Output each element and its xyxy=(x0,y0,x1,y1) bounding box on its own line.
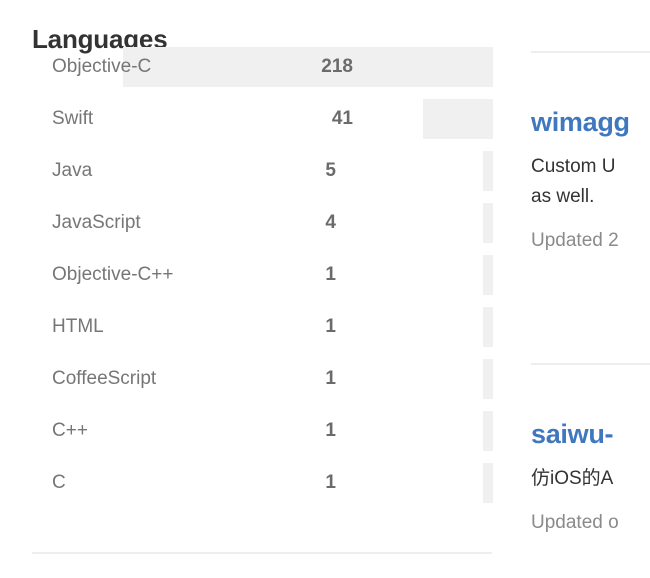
repository-divider-middle xyxy=(531,363,650,365)
repository-description: Custom U as well. xyxy=(531,152,650,212)
language-row[interactable]: C++ 1 xyxy=(0,411,510,463)
language-row[interactable]: Objective-C 218 xyxy=(0,47,510,99)
language-bar xyxy=(483,203,493,243)
languages-and-repositories-view: Languages Objective-C 218 Swift 41 Java 5 Java… xyxy=(0,0,650,578)
repository-item: saiwu- 仿iOS的A Updated o xyxy=(531,417,650,536)
language-name: Swift xyxy=(52,108,94,129)
language-count: 218 xyxy=(321,56,353,77)
repository-description-line-1: 仿iOS的A xyxy=(531,468,614,489)
language-count: 1 xyxy=(325,420,336,441)
language-row[interactable]: HTML 1 xyxy=(0,307,510,359)
languages-panel: Languages Objective-C 218 Swift 41 Java 5 Java… xyxy=(0,0,510,578)
language-bar xyxy=(483,255,493,295)
language-name: Objective-C xyxy=(52,56,152,77)
languages-bottom-divider xyxy=(32,552,492,554)
language-name: CoffeeScript xyxy=(52,368,157,389)
repository-link[interactable]: saiwu- xyxy=(531,417,650,451)
language-row[interactable]: Java 5 xyxy=(0,151,510,203)
language-row[interactable]: JavaScript 4 xyxy=(0,203,510,255)
language-bar xyxy=(123,47,493,87)
language-row[interactable]: CoffeeScript 1 xyxy=(0,359,510,411)
language-bar xyxy=(483,359,493,399)
language-name: HTML xyxy=(52,316,104,337)
language-row[interactable]: C1 xyxy=(0,463,510,515)
language-bar xyxy=(483,463,493,503)
language-bar xyxy=(483,151,493,191)
repository-description: 仿iOS的A xyxy=(531,464,650,494)
language-count: 41 xyxy=(331,108,353,129)
repository-link[interactable]: wimagg xyxy=(531,105,650,139)
language-bar xyxy=(483,411,493,451)
language-bar xyxy=(423,99,493,139)
language-row[interactable]: Swift 41 xyxy=(0,99,510,151)
language-count: 1 xyxy=(325,368,336,389)
language-name: Java xyxy=(52,160,93,181)
repository-description-line-2: as well. xyxy=(531,186,595,207)
repository-divider-top xyxy=(531,51,650,53)
language-count: 1 xyxy=(325,264,336,285)
language-row[interactable]: Objective-C++ 1 xyxy=(0,255,510,307)
repository-updated-timestamp: Updated o xyxy=(531,512,619,533)
language-bar xyxy=(483,307,493,347)
language-name: JavaScript xyxy=(52,212,141,233)
repository-item: wimagg Custom U as well. Updated 2 xyxy=(531,105,650,254)
repository-description-line-1: Custom U xyxy=(531,156,616,177)
language-name: C xyxy=(52,472,66,493)
repository-updated-timestamp: Updated 2 xyxy=(531,230,619,251)
language-name: C++ xyxy=(52,420,88,441)
languages-list: Objective-C 218 Swift 41 Java 5 JavaScript 4 Obj… xyxy=(0,47,510,515)
language-count: 5 xyxy=(325,160,336,181)
language-count: 4 xyxy=(325,212,336,233)
language-count: 1 xyxy=(325,472,336,493)
language-count: 1 xyxy=(325,316,336,337)
repositories-panel: wimagg Custom U as well. Updated 2 saiwu… xyxy=(531,0,650,578)
language-name: Objective-C++ xyxy=(52,264,174,285)
